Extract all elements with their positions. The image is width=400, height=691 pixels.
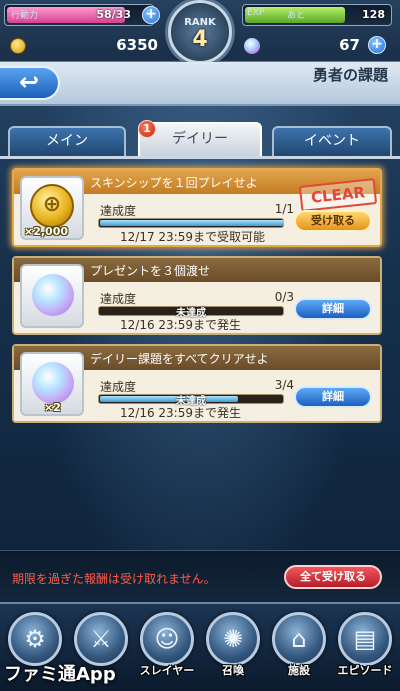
gem-amount: 67 bbox=[339, 36, 360, 54]
tab-main[interactable]: メイン bbox=[8, 126, 126, 156]
gold-coin-icon bbox=[10, 38, 26, 54]
task-card: スキンシップを１回プレイせよ ⊕ ×2,000 達成度 1/1 12/17 23… bbox=[12, 168, 382, 247]
deadline-text: 12/16 23:59まで発生 bbox=[120, 406, 241, 420]
progress-value: 1/1 bbox=[274, 202, 294, 216]
task-title: スキンシップを１回プレイせよ bbox=[90, 176, 258, 190]
page-title: 勇者の課題 bbox=[312, 66, 388, 84]
tab-divider bbox=[0, 156, 400, 159]
nav-label: エピソード bbox=[337, 664, 393, 677]
claim-button[interactable]: 受け取る bbox=[294, 210, 372, 232]
deadline-text: 12/16 23:59まで発生 bbox=[120, 318, 241, 332]
reward-frame bbox=[20, 264, 84, 328]
task-card: プレゼントを３個渡せ 達成度 0/3 未達成 12/16 23:59まで発生 詳… bbox=[12, 256, 382, 335]
back-arrow-icon: ↩ bbox=[18, 68, 40, 96]
claim-all-button[interactable]: 全て受け取る bbox=[284, 565, 382, 589]
sword-icon: ⚔ bbox=[74, 612, 128, 666]
rank-value: 4 bbox=[192, 27, 208, 52]
progress-bar: 未達成 bbox=[98, 394, 284, 407]
back-button[interactable]: ↩ bbox=[0, 66, 60, 100]
nav-item-facility[interactable]: ⌂ 施設 bbox=[268, 612, 330, 682]
gold-amount: 6350 bbox=[116, 36, 158, 54]
stamina-value: 58/33 bbox=[96, 8, 131, 21]
nav-item-summon[interactable]: ✺ 召喚 bbox=[202, 612, 264, 682]
progress-value: 0/3 bbox=[274, 290, 294, 304]
add-stamina-button[interactable]: + bbox=[142, 6, 160, 24]
exp-next-label: あと bbox=[287, 11, 306, 21]
reward-frame: ⊕ ×2,000 bbox=[20, 176, 84, 240]
notification-badge: 1 bbox=[138, 120, 156, 138]
progress-fill bbox=[100, 220, 284, 226]
stamina-gauge: 行動力 58/33 bbox=[4, 4, 154, 26]
add-gems-button[interactable]: + bbox=[368, 36, 386, 54]
nav-label: 召喚 bbox=[222, 664, 244, 677]
gem-orb-icon bbox=[244, 38, 260, 54]
nav-item-episode[interactable]: ▤ エピソード bbox=[334, 612, 396, 682]
book-icon: ▤ bbox=[338, 612, 392, 666]
tab-daily[interactable]: デイリー bbox=[138, 122, 262, 156]
task-title: プレゼントを３個渡せ bbox=[90, 264, 211, 278]
summon-icon: ✺ bbox=[206, 612, 260, 666]
detail-button[interactable]: 詳細 bbox=[294, 298, 372, 320]
character-icon: ☺ bbox=[140, 612, 194, 666]
progress-value: 3/4 bbox=[274, 378, 294, 392]
tab-event[interactable]: イベント bbox=[272, 126, 392, 156]
task-card: デイリー課題をすべてクリアせよ ×2 達成度 3/4 未達成 12/16 23:… bbox=[12, 344, 382, 423]
watermark-logo: ファミ通App bbox=[4, 664, 116, 685]
reward-count: ×2,000 bbox=[24, 225, 69, 238]
detail-button[interactable]: 詳細 bbox=[294, 386, 372, 408]
stamina-label: 行動力 bbox=[11, 11, 39, 21]
task-title: デイリー課題をすべてクリアせよ bbox=[90, 352, 269, 366]
exp-value: 128 bbox=[362, 8, 385, 21]
rank-emblem: RANK 4 bbox=[168, 0, 232, 64]
deadline-text: 12/17 23:59まで受取可能 bbox=[120, 230, 265, 244]
exp-gauge: EXP あと 128 bbox=[242, 4, 392, 26]
gem-orb-reward-icon bbox=[32, 362, 74, 404]
reward-count: ×2 bbox=[44, 401, 61, 414]
nav-label: スレイヤー bbox=[139, 664, 195, 677]
notice-text: 期限を過ぎた報酬は受け取れません。 bbox=[12, 572, 216, 586]
exp-label: EXP bbox=[247, 8, 265, 18]
nav-item-slayer[interactable]: ☺ スレイヤー bbox=[136, 612, 198, 682]
progress-bar bbox=[98, 218, 284, 228]
reward-frame: ×2 bbox=[20, 352, 84, 416]
gold-coin-reward-icon: ⊕ bbox=[30, 184, 74, 228]
gem-orb-reward-icon bbox=[32, 274, 74, 316]
nav-label: 施設 bbox=[288, 664, 310, 677]
progress-label: 達成度 bbox=[100, 204, 137, 218]
castle-icon: ⌂ bbox=[272, 612, 326, 666]
gear-icon: ⚙ bbox=[8, 612, 62, 666]
progress-bar: 未達成 bbox=[98, 306, 284, 319]
